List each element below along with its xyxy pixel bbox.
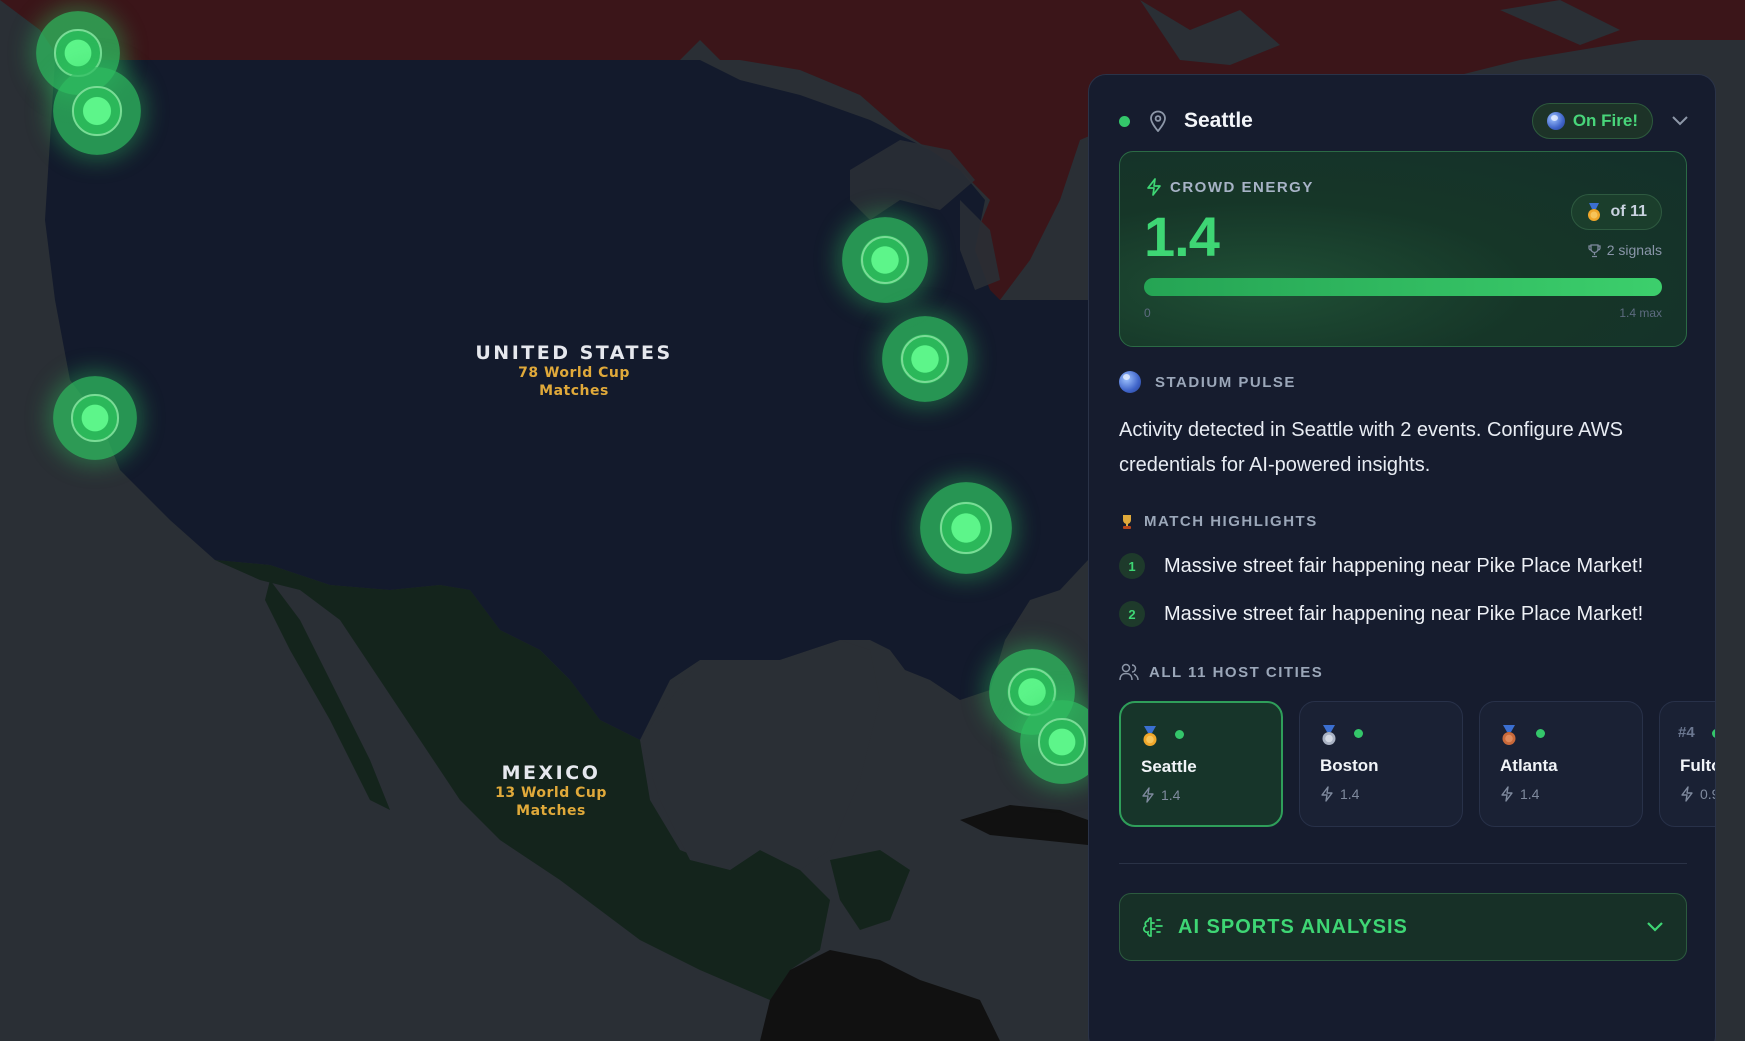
signals-count: 2 signals xyxy=(1587,242,1662,258)
energy-status-badge: On Fire! xyxy=(1531,103,1653,139)
city-card-energy-value: 0.9 xyxy=(1700,786,1715,802)
rank-text: of 11 xyxy=(1610,203,1647,220)
mexico-country-name: MEXICO xyxy=(501,762,601,784)
city-card-seattle[interactable]: Seattle 1.4 xyxy=(1119,701,1283,827)
city-card-energy-value: 1.4 xyxy=(1340,786,1360,802)
crowd-energy-card: CROWD ENERGY 1.4 of 11 2 signals 0 1.4 m… xyxy=(1119,151,1687,347)
highlight-text: Massive street fair happening near Pike … xyxy=(1164,602,1644,625)
live-indicator-dot xyxy=(1354,729,1363,738)
city-card-name: Fulto xyxy=(1680,756,1715,775)
chevron-down-icon xyxy=(1647,922,1663,932)
city-card-name: Seattle xyxy=(1141,757,1197,776)
city-hotspot[interactable] xyxy=(53,376,137,460)
brain-icon xyxy=(1143,917,1163,937)
usa-country-name: UNITED STATES xyxy=(475,342,673,364)
city-card-name: Atlanta xyxy=(1500,756,1558,775)
lightning-icon xyxy=(1681,786,1693,802)
selected-city-name: Seattle xyxy=(1184,109,1253,132)
location-pin-icon xyxy=(1150,110,1166,132)
city-card-atlanta[interactable]: Atlanta 1.4 xyxy=(1479,701,1643,827)
city-card-energy: 1.4 xyxy=(1500,786,1539,802)
rank-badge: of 11 xyxy=(1570,194,1662,230)
host-cities-label: ALL 11 HOST CITIES xyxy=(1149,663,1324,681)
lightning-icon xyxy=(1142,787,1154,803)
lightning-icon xyxy=(1147,178,1161,196)
city-card-energy-value: 1.4 xyxy=(1520,786,1540,802)
city-card-rank: #4 xyxy=(1678,724,1695,741)
city-card-name: Boston xyxy=(1320,756,1379,775)
energy-bar-min: 0 xyxy=(1144,306,1151,320)
city-detail-panel: Seattle On Fire! CROWD ENERGY 1.4 of 11 … xyxy=(1088,74,1716,1041)
panel-header: Seattle On Fire! xyxy=(1119,101,1689,141)
energy-progress-fill xyxy=(1144,278,1662,296)
users-icon xyxy=(1119,663,1139,681)
trophy-icon xyxy=(1123,514,1131,529)
crowd-energy-value: 1.4 xyxy=(1144,205,1220,268)
stadium-pulse-heading: STADIUM PULSE xyxy=(1119,371,1296,393)
city-card-energy-value: 1.4 xyxy=(1161,787,1181,803)
mexico-matches-line2: Matches xyxy=(516,803,586,819)
mexico-label: MEXICO 13 World Cup Matches xyxy=(451,762,651,820)
match-highlights-heading: MATCH HIGHLIGHTS xyxy=(1119,513,1318,530)
city-card-energy: 1.4 xyxy=(1320,786,1359,802)
chevron-down-icon[interactable] xyxy=(1671,115,1689,127)
energy-bar-max: 1.4 max xyxy=(1619,306,1662,320)
ai-sports-analysis-label: AI SPORTS ANALYSIS xyxy=(1178,915,1408,938)
usa-label: UNITED STATES 78 World Cup Matches xyxy=(474,342,674,400)
city-hotspot[interactable] xyxy=(842,217,928,303)
gold-medal-icon xyxy=(1143,726,1157,746)
city-hotspot[interactable] xyxy=(882,316,968,402)
live-indicator-dot xyxy=(1536,729,1545,738)
gold-medal-icon xyxy=(1587,203,1600,221)
soccer-ball-icon xyxy=(1119,371,1141,393)
city-card-energy: 1.4 xyxy=(1141,787,1180,803)
host-cities-heading: ALL 11 HOST CITIES xyxy=(1119,663,1323,681)
energy-status-text: On Fire! xyxy=(1572,111,1638,130)
highlight-number: 1 xyxy=(1119,553,1145,579)
usa-matches-line2: Matches xyxy=(539,383,609,399)
crowd-energy-label: CROWD ENERGY xyxy=(1170,178,1314,196)
stadium-pulse-label: STADIUM PULSE xyxy=(1155,373,1296,391)
trophy-icon xyxy=(1588,243,1601,257)
city-hotspot[interactable] xyxy=(920,482,1012,574)
match-highlights-label: MATCH HIGHLIGHTS xyxy=(1144,513,1318,530)
highlight-item: 1 Massive street fair happening near Pik… xyxy=(1119,553,1643,579)
soccer-ball-icon xyxy=(1546,112,1565,130)
mexico-matches-line1: 13 World Cup xyxy=(495,785,607,801)
host-city-carousel[interactable]: Seattle 1.4 Boston 1.4 Atlanta 1.4 #4 Fu… xyxy=(1119,701,1715,829)
highlight-text: Massive street fair happening near Pike … xyxy=(1164,554,1644,577)
energy-progress-bar xyxy=(1144,278,1662,296)
lightning-icon xyxy=(1321,786,1333,802)
silver-medal-icon xyxy=(1322,725,1336,745)
app-stage: UNITED STATES 78 World Cup Matches MEXIC… xyxy=(0,0,1745,1041)
section-divider xyxy=(1119,863,1687,864)
city-card-energy: 0.9 xyxy=(1680,786,1715,802)
city-hotspot[interactable] xyxy=(53,67,141,155)
crowd-energy-heading: CROWD ENERGY xyxy=(1146,178,1314,196)
live-indicator-dot xyxy=(1712,729,1715,738)
usa-matches-line1: 78 World Cup xyxy=(518,365,630,381)
lightning-icon xyxy=(1501,786,1513,802)
stadium-pulse-text: Activity detected in Seattle with 2 even… xyxy=(1119,419,1623,476)
live-indicator-dot xyxy=(1119,115,1130,127)
highlight-number: 2 xyxy=(1119,601,1145,627)
ai-sports-analysis-toggle[interactable]: AI SPORTS ANALYSIS xyxy=(1119,893,1687,961)
signals-text: 2 signals xyxy=(1606,242,1662,258)
live-indicator-dot xyxy=(1175,730,1184,739)
city-card-fulton[interactable]: #4 Fulto 0.9 xyxy=(1659,701,1715,827)
bronze-medal-icon xyxy=(1502,725,1516,745)
highlight-item: 2 Massive street fair happening near Pik… xyxy=(1119,601,1643,627)
city-card-boston[interactable]: Boston 1.4 xyxy=(1299,701,1463,827)
